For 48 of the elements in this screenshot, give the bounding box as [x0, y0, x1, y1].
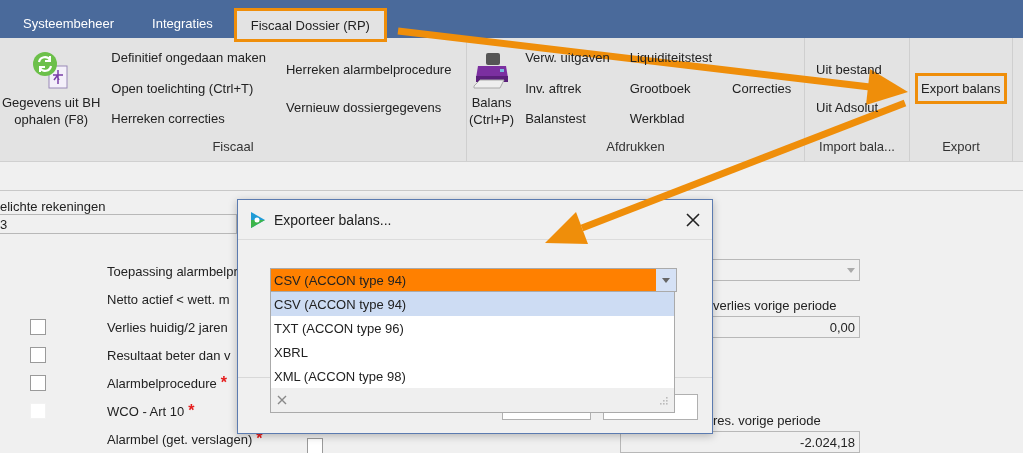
- ribbon-large-button[interactable]: Gegevens uit BH ophalen (F8): [2, 46, 101, 135]
- ribbon-large-button[interactable]: Balans (Ctrl+P): [469, 46, 515, 135]
- ribbon-item[interactable]: Vernieuw dossiergegevens: [279, 91, 458, 123]
- number-field[interactable]: -2.024,18: [620, 431, 860, 453]
- caret-icon: [662, 277, 670, 283]
- group-label: Fiscaal: [211, 138, 255, 156]
- group-label: Afdrukken: [605, 138, 666, 156]
- ribbon-tab[interactable]: Systeembeheer: [6, 8, 132, 38]
- ribbon-item[interactable]: Definitief ongedaan maken: [105, 42, 272, 73]
- ribbon-item[interactable]: Open toelichting (Ctrl+T): [105, 72, 272, 104]
- row-label: Toepassing alarmbelpr: [107, 263, 238, 279]
- ribbon-item[interactable]: Uit bestand: [810, 53, 888, 85]
- ribbon-item[interactable]: Herreken alarmbelprocedure: [279, 53, 458, 85]
- ribbon-item[interactable]: Werkblad: [623, 103, 719, 134]
- group-label: Import bala...: [818, 138, 896, 156]
- ribbon-item[interactable]: Balanstest: [519, 103, 616, 134]
- checkbox[interactable]: [30, 347, 46, 363]
- required-mark: *: [220, 374, 228, 392]
- ribbon-item[interactable]: Correcties: [726, 72, 798, 104]
- row-label: WCO - Art 10: [107, 403, 185, 419]
- row-label: Resultaat beter dan v: [107, 347, 231, 363]
- row-label: Netto actief < wett. m: [107, 291, 230, 307]
- ribbon-tab[interactable]: Integraties: [135, 8, 230, 38]
- dialog-title: Exporteer balans...: [274, 211, 393, 228]
- checkbox[interactable]: [307, 438, 324, 453]
- ribbon-item[interactable]: Uit Adsolut: [810, 91, 888, 123]
- ribbon-tab[interactable]: Fiscaal Dossier (RP): [233, 8, 387, 42]
- ribbon-item[interactable]: Inv. aftrek: [519, 72, 616, 104]
- dropdown-option[interactable]: CSV (ACCON type 94): [271, 292, 674, 316]
- ribbon-item[interactable]: Grootboek: [623, 72, 719, 104]
- field-label: verlies vorige periode: [712, 298, 838, 315]
- checkbox[interactable]: [30, 375, 46, 391]
- checkbox[interactable]: [30, 319, 46, 335]
- field-label: elichte rekeningen: [0, 198, 107, 214]
- app-logo-icon: [250, 210, 266, 229]
- row-label: Alarmbel (get. verslagen): [107, 431, 253, 447]
- group-label: Export: [941, 138, 981, 156]
- format-select[interactable]: CSV (ACCON type 94): [270, 268, 677, 292]
- ribbon-item[interactable]: Export balans: [915, 72, 1007, 104]
- required-mark: *: [188, 402, 195, 420]
- close-icon[interactable]: [686, 212, 700, 227]
- ribbon-item[interactable]: Herreken correcties: [105, 103, 272, 134]
- row-label: Verlies huidig/2 jaren: [107, 319, 228, 335]
- field-label: res. vorige periode: [712, 413, 822, 430]
- account-field[interactable]: 3: [0, 214, 237, 234]
- row-label: Alarmbelprocedure: [107, 375, 217, 391]
- caret-icon: [847, 267, 855, 273]
- resize-grip-icon[interactable]: [658, 395, 668, 405]
